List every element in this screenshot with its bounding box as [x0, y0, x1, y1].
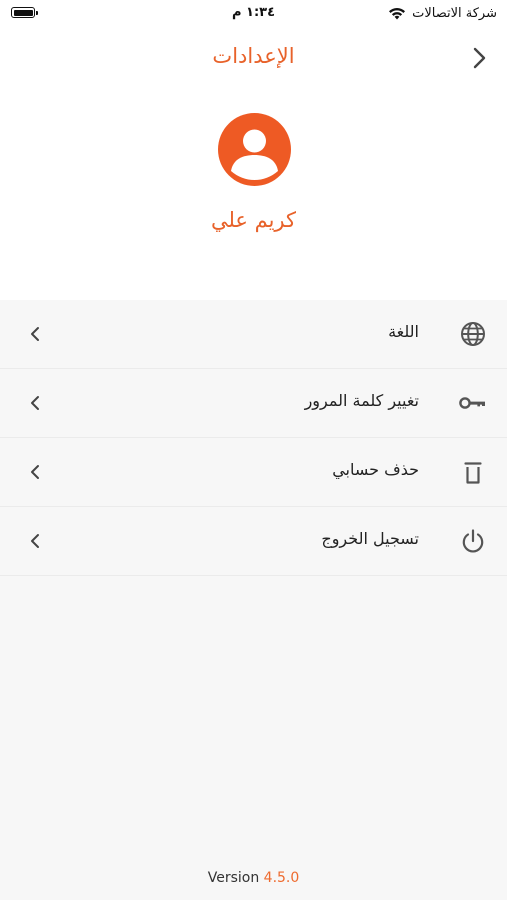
- settings-item-delete-account[interactable]: حذف حسابي: [0, 438, 507, 507]
- avatar: [218, 113, 291, 186]
- settings-item-label: اللغة: [388, 322, 419, 341]
- app-version: Version 4.5.0: [0, 870, 507, 886]
- carrier-info: شركة الاتصالات: [388, 4, 497, 22]
- settings-list: اللغة تغيير كلمة المرور حذف حسابي تسجيل …: [0, 300, 507, 576]
- version-label: Version: [207, 870, 260, 886]
- power-icon: [459, 527, 487, 555]
- settings-item-language[interactable]: اللغة: [0, 300, 507, 369]
- chevron-left-icon: [28, 531, 42, 551]
- carrier-name: شركة الاتصالات: [412, 5, 497, 21]
- settings-item-label: حذف حسابي: [332, 460, 419, 479]
- key-icon: [459, 389, 487, 417]
- chevron-left-icon: [28, 462, 42, 482]
- wifi-icon: [388, 7, 406, 20]
- settings-item-label: تسجيل الخروج: [321, 529, 419, 548]
- user-name: كريم علي: [210, 208, 297, 232]
- page-title: الإعدادات: [212, 44, 295, 68]
- version-number: 4.5.0: [263, 870, 300, 886]
- chevron-left-icon: [28, 324, 42, 344]
- settings-item-logout[interactable]: تسجيل الخروج: [0, 507, 507, 576]
- settings-item-change-password[interactable]: تغيير كلمة المرور: [0, 369, 507, 438]
- settings-item-label: تغيير كلمة المرور: [304, 391, 419, 410]
- user-avatar-icon: [218, 113, 291, 186]
- globe-icon: [459, 320, 487, 348]
- status-bar: ١:٣٤ م شركة الاتصالات: [0, 0, 507, 28]
- chevron-left-icon: [28, 393, 42, 413]
- trash-icon: [459, 458, 487, 486]
